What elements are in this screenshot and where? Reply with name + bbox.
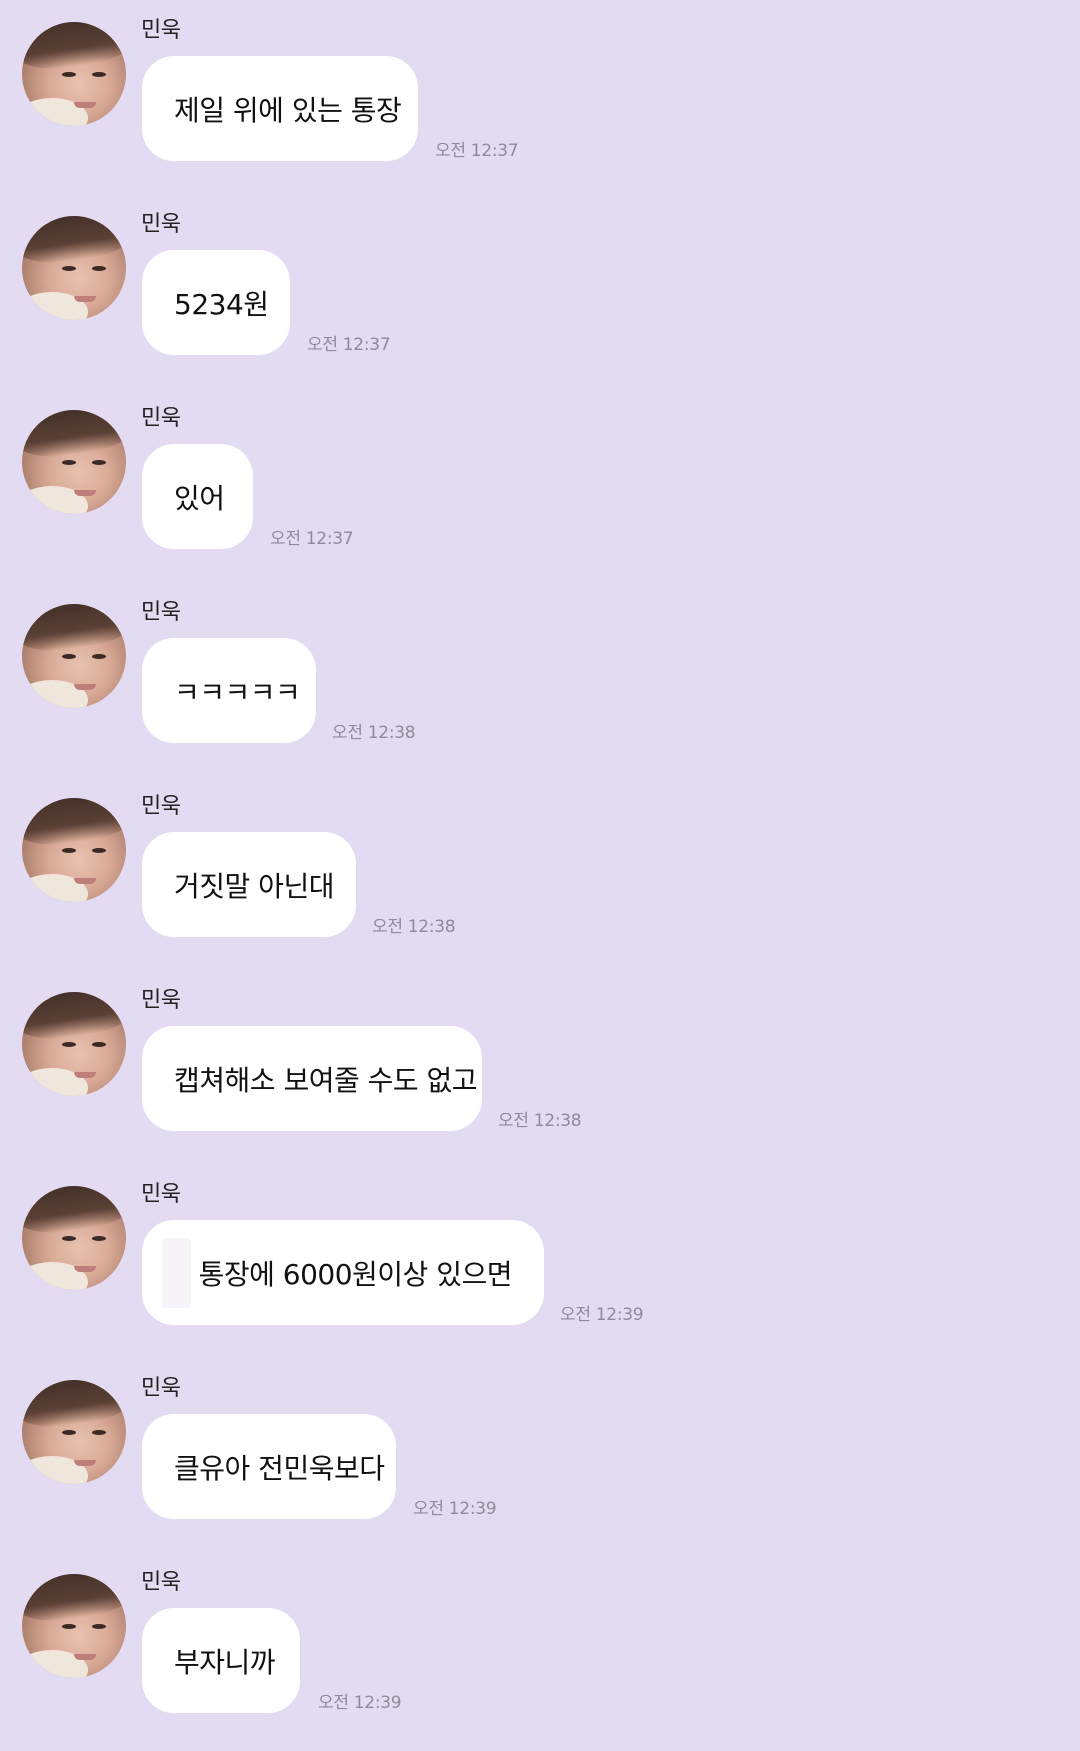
message-time: 오전 12:37 [270,529,354,549]
sender-avatar[interactable] [22,992,126,1096]
message-time: 오전 12:39 [413,1499,497,1519]
sender-avatar[interactable] [22,604,126,708]
message-bubble[interactable]: 거짓말 아닌대 [142,832,356,937]
message-time: 오전 12:37 [435,141,519,161]
message-text: 5234원 [174,287,269,321]
message-row: 민욱 부자니까 오전 12:39 [0,1552,1080,1746]
message-time: 오전 12:38 [332,723,416,743]
message-row: 민욱 5234원 오전 12:37 [0,194,1080,388]
sender-avatar[interactable] [22,216,126,320]
message-bubble[interactable]: 있어 [142,444,253,549]
message-bubble[interactable]: 제일 위에 있는 통장 [142,56,418,161]
message-row: 민욱 제일 위에 있는 통장 오전 12:37 [0,0,1080,194]
sender-avatar[interactable] [22,1186,126,1290]
message-bubble[interactable]: ㅋㅋㅋㅋㅋ [142,638,316,743]
message-row: 민욱 거짓말 아닌대 오전 12:38 [0,776,1080,970]
message-text: 제일 위에 있는 통장 [174,93,402,127]
message-text: 클유아 전민욱보다 [174,1451,385,1485]
sender-avatar[interactable] [22,798,126,902]
message-time: 오전 12:38 [372,917,456,937]
message-time: 오전 12:39 [560,1305,644,1325]
sender-name: 민욱 [141,212,181,237]
message-bubble[interactable]: 통장에 6000원이상 있으면 [142,1220,544,1325]
sender-name: 민욱 [141,988,181,1013]
sender-name: 민욱 [141,600,181,625]
message-time: 오전 12:39 [318,1693,402,1713]
message-row: 민욱 ㅋㅋㅋㅋㅋ 오전 12:38 [0,582,1080,776]
message-text: 캡쳐해소 보여줄 수도 없고 [174,1063,478,1097]
message-text: ㅋㅋㅋㅋㅋ [174,675,301,709]
sender-avatar[interactable] [22,1380,126,1484]
message-text: 부자니까 [174,1645,276,1679]
sender-name: 민욱 [141,18,181,43]
message-text: 거짓말 아닌대 [174,869,334,903]
chat-view: 민욱 제일 위에 있는 통장 오전 12:37 민욱 5234원 오전 12:3… [0,0,1080,1751]
sender-name: 민욱 [141,1376,181,1401]
redacted-area [162,1237,191,1308]
message-text: 있어 [174,481,225,515]
sender-avatar[interactable] [22,22,126,126]
sender-name: 민욱 [141,1182,181,1207]
sender-avatar[interactable] [22,1574,126,1678]
message-text: 통장에 6000원이상 있으면 [198,1257,513,1291]
message-row: 민욱 클유아 전민욱보다 오전 12:39 [0,1358,1080,1552]
message-row: 민욱 통장에 6000원이상 있으면 오전 12:39 [0,1164,1080,1358]
message-time: 오전 12:38 [498,1111,582,1131]
message-row: 민욱 있어 오전 12:37 [0,388,1080,582]
sender-name: 민욱 [141,794,181,819]
message-time: 오전 12:37 [307,335,391,355]
sender-name: 민욱 [141,406,181,431]
message-bubble[interactable]: 클유아 전민욱보다 [142,1414,396,1519]
message-bubble[interactable]: 5234원 [142,250,290,355]
message-bubble[interactable]: 캡쳐해소 보여줄 수도 없고 [142,1026,482,1131]
sender-avatar[interactable] [22,410,126,514]
message-bubble[interactable]: 부자니까 [142,1608,300,1713]
sender-name: 민욱 [141,1570,181,1595]
message-row: 민욱 캡쳐해소 보여줄 수도 없고 오전 12:38 [0,970,1080,1164]
